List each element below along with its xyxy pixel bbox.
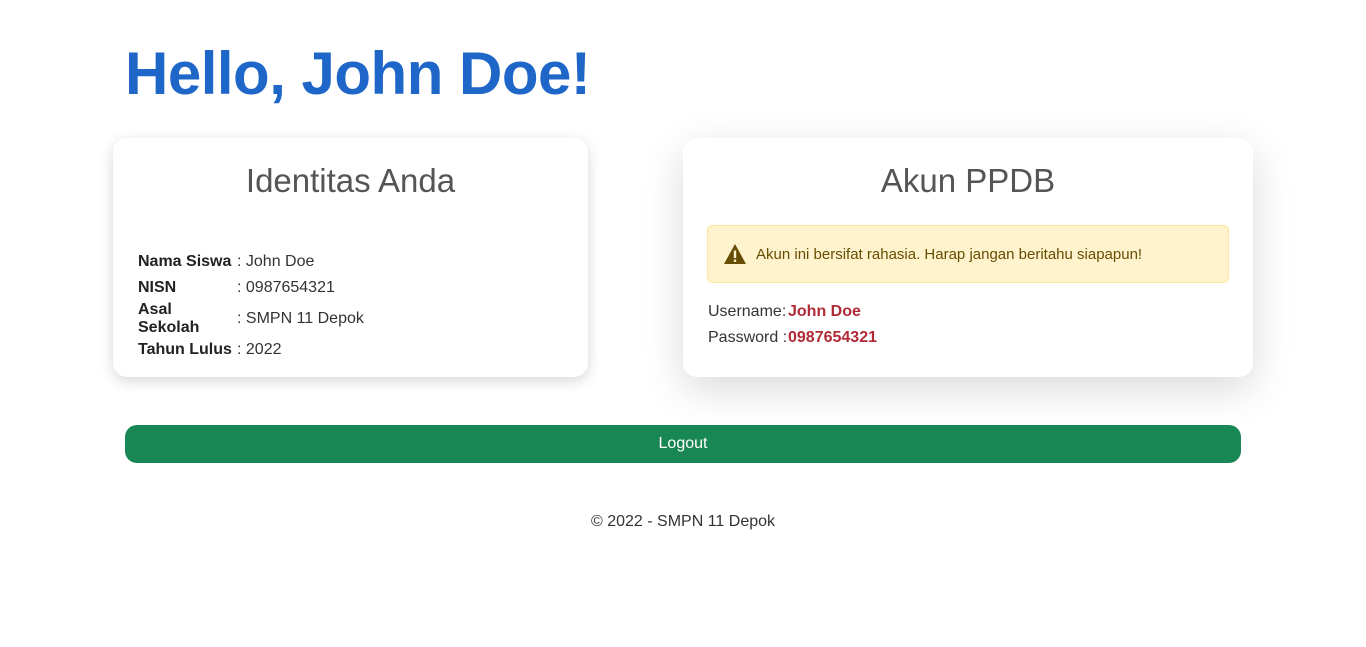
identity-value: : John Doe bbox=[237, 253, 315, 270]
identity-label: Tahun Lulus bbox=[138, 341, 232, 358]
username-separator: : bbox=[781, 303, 787, 320]
greeting-heading: Hello, John Doe! bbox=[125, 40, 591, 107]
account-card-title: Akun PPDB bbox=[880, 162, 1056, 199]
identity-value: : SMPN 11 Depok bbox=[237, 310, 364, 327]
password-label: Password : bbox=[708, 325, 788, 351]
password-label-text: Password bbox=[708, 329, 779, 346]
password-row: Password : 0987654321 bbox=[708, 325, 877, 351]
password-value: 0987654321 bbox=[788, 329, 877, 346]
warning-triangle-icon bbox=[724, 244, 746, 264]
password-separator: : bbox=[782, 329, 788, 346]
identity-label: Asal Sekolah bbox=[138, 301, 200, 336]
identity-value: : 0987654321 bbox=[237, 279, 335, 296]
identity-row-school: Asal Sekolah : SMPN 11 Depok bbox=[138, 301, 364, 337]
alert-text: Akun ini bersifat rahasia. Harap jangan … bbox=[756, 245, 1143, 263]
username-label: Username: bbox=[708, 299, 788, 325]
username-value: John Doe bbox=[788, 303, 861, 320]
identity-label: Nama Siswa bbox=[138, 253, 232, 270]
username-row: Username: John Doe bbox=[708, 299, 877, 325]
footer-copyright: © 2022 - SMPN 11 Depok bbox=[590, 513, 776, 530]
identity-card: Identitas Anda Nama Siswa : John Doe NIS… bbox=[113, 138, 588, 377]
identity-row-nisn: NISN : 0987654321 bbox=[138, 275, 364, 301]
identity-row-name: Nama Siswa : John Doe bbox=[138, 249, 364, 275]
identity-value: : 2022 bbox=[237, 341, 282, 358]
identity-card-title: Identitas Anda bbox=[245, 162, 456, 199]
logout-button[interactable]: Logout bbox=[125, 425, 1241, 463]
account-card: Akun PPDB Akun ini bersifat rahasia. Har… bbox=[683, 138, 1253, 377]
identity-row-year: Tahun Lulus : 2022 bbox=[138, 337, 364, 363]
identity-label: NISN bbox=[138, 279, 177, 296]
username-label-text: Username bbox=[708, 303, 782, 320]
identity-table: Nama Siswa : John Doe NISN : 0987654321 … bbox=[138, 249, 364, 363]
credentials-table: Username: John Doe Password : 0987654321 bbox=[708, 299, 877, 351]
confidential-alert: Akun ini bersifat rahasia. Harap jangan … bbox=[707, 225, 1229, 283]
